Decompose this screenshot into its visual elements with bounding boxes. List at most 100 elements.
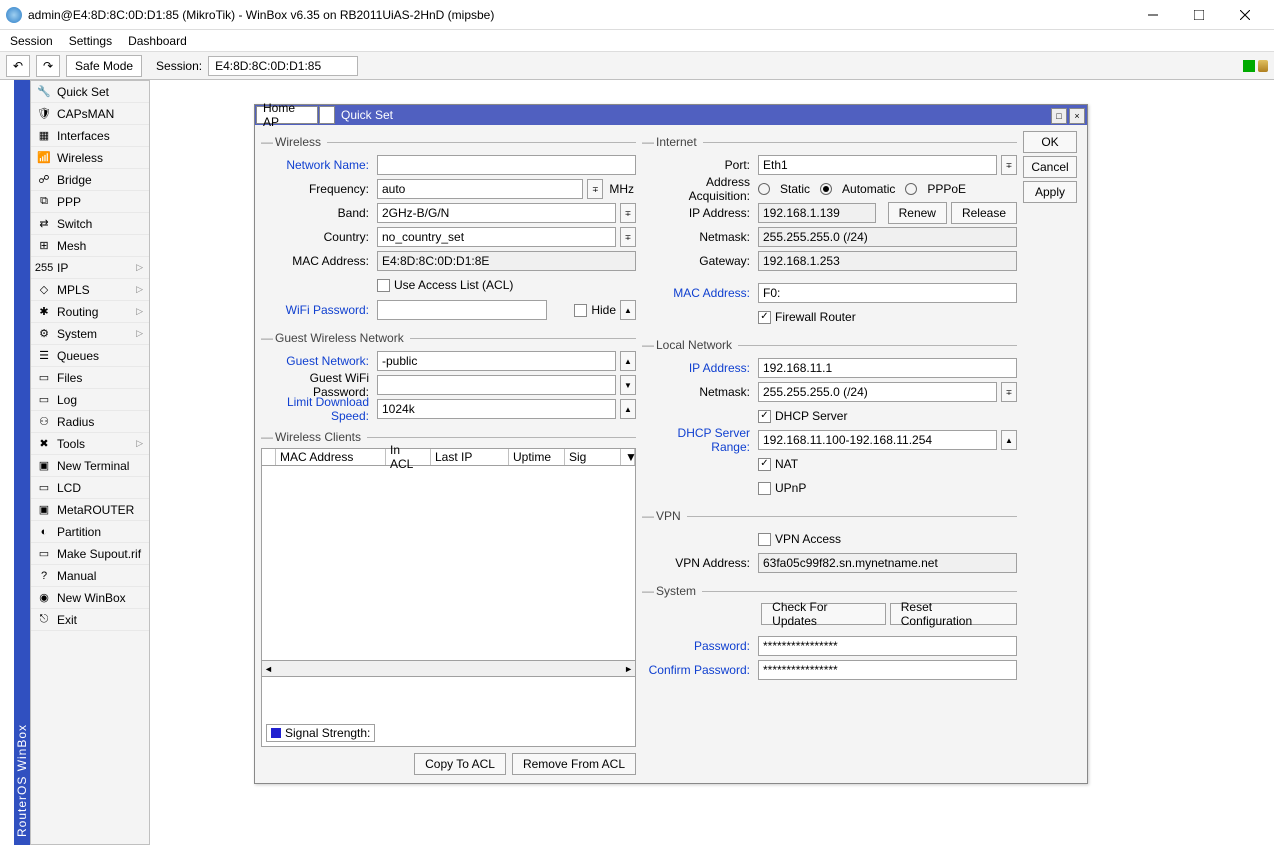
port-input[interactable]: Eth1 — [758, 155, 997, 175]
sidebar-item-tools[interactable]: ✖Tools▷ — [31, 433, 149, 455]
clients-header[interactable]: MAC Address In ACL Last IP Uptime Sig ▼ — [261, 448, 636, 466]
copy-to-acl-button[interactable]: Copy To ACL — [414, 753, 506, 775]
ok-button[interactable]: OK — [1023, 131, 1077, 153]
sidebar-icon: ▭ — [37, 481, 51, 495]
dialog-titlebar[interactable]: Home AP ∓ Quick Set □ × — [255, 105, 1087, 125]
cancel-button[interactable]: Cancel — [1023, 156, 1077, 178]
acl-checkbox[interactable] — [377, 279, 390, 292]
local-caption: Local Network — [654, 338, 734, 352]
check-updates-button[interactable]: Check For Updates — [761, 603, 886, 625]
app-icon — [6, 7, 22, 23]
dialog-close-button[interactable]: × — [1069, 108, 1085, 124]
sidebar-item-ip[interactable]: 255IP▷ — [31, 257, 149, 279]
wifi-pw-input[interactable] — [377, 300, 547, 320]
close-button[interactable] — [1222, 1, 1268, 29]
password-label: Password: — [642, 639, 754, 653]
radio-automatic[interactable] — [820, 183, 832, 195]
clients-list[interactable] — [261, 466, 636, 661]
frequency-dropdown[interactable]: ∓ — [587, 179, 603, 199]
clients-scrollbar[interactable]: ◄► — [261, 661, 636, 677]
hide-checkbox[interactable] — [574, 304, 587, 317]
guest-network-label: Guest Network: — [261, 354, 373, 368]
sidebar-item-mpls[interactable]: ◇MPLS▷ — [31, 279, 149, 301]
mode-select[interactable]: Home AP — [256, 106, 318, 124]
frequency-input[interactable]: auto — [377, 179, 583, 199]
sidebar-item-exit[interactable]: ⎋Exit — [31, 609, 149, 631]
menu-dashboard[interactable]: Dashboard — [128, 34, 187, 48]
nat-checkbox[interactable]: ✓ — [758, 458, 771, 471]
sidebar-item-switch[interactable]: ⇄Switch — [31, 213, 149, 235]
local-netmask-input[interactable]: 255.255.255.0 (/24) — [758, 382, 997, 402]
upnp-checkbox[interactable] — [758, 482, 771, 495]
password-input[interactable]: **************** — [758, 636, 1017, 656]
reset-config-button[interactable]: Reset Configuration — [890, 603, 1017, 625]
renew-button[interactable]: Renew — [888, 202, 947, 224]
chevron-right-icon: ▷ — [136, 438, 143, 449]
col-acl: In ACL — [386, 449, 431, 465]
band-dropdown[interactable]: ∓ — [620, 203, 636, 223]
limit-spinner[interactable]: ▲ — [620, 399, 636, 419]
release-button[interactable]: Release — [951, 202, 1017, 224]
sidebar-item-label: CAPsMAN — [57, 107, 114, 121]
sidebar-item-files[interactable]: ▭Files — [31, 367, 149, 389]
port-dropdown[interactable]: ∓ — [1001, 155, 1017, 175]
maximize-button[interactable] — [1176, 1, 1222, 29]
band-input[interactable]: 2GHz-B/G/N — [377, 203, 616, 223]
sidebar-item-make-supout.rif[interactable]: ▭Make Supout.rif — [31, 543, 149, 565]
gateway-value: 192.168.1.253 — [758, 251, 1017, 271]
dhcp-range-input[interactable]: 192.168.11.100-192.168.11.254 — [758, 430, 997, 450]
minimize-button[interactable] — [1130, 1, 1176, 29]
country-dropdown[interactable]: ∓ — [620, 227, 636, 247]
sidebar-item-system[interactable]: ⚙System▷ — [31, 323, 149, 345]
sidebar-item-queues[interactable]: ☰Queues — [31, 345, 149, 367]
sidebar-item-metarouter[interactable]: ▣MetaROUTER — [31, 499, 149, 521]
local-netmask-dropdown[interactable]: ∓ — [1001, 382, 1017, 402]
menu-session[interactable]: Session — [10, 34, 53, 48]
col-lastip: Last IP — [431, 449, 509, 465]
signal-chart: Signal Strength: — [261, 677, 636, 747]
vpn-access-checkbox[interactable] — [758, 533, 771, 546]
sidebar-item-log[interactable]: ▭Log — [31, 389, 149, 411]
sidebar-item-new-terminal[interactable]: ▣New Terminal — [31, 455, 149, 477]
sidebar-item-lcd[interactable]: ▭LCD — [31, 477, 149, 499]
dhcp-range-spinner[interactable]: ▲ — [1001, 430, 1017, 450]
internet-mac-input[interactable]: F0: — [758, 283, 1017, 303]
sidebar-item-quick-set[interactable]: 🔧Quick Set — [31, 81, 149, 103]
sidebar-item-wireless[interactable]: 📶Wireless — [31, 147, 149, 169]
mode-dropdown-button[interactable]: ∓ — [319, 106, 335, 124]
firewall-checkbox[interactable]: ✓ — [758, 311, 771, 324]
guest-pw-spinner[interactable]: ▼ — [620, 375, 636, 395]
sidebar-item-capsman[interactable]: 🛡 CAPsMAN — [31, 103, 149, 125]
sidebar-icon: 🛡 — [37, 107, 51, 121]
network-name-input[interactable] — [377, 155, 636, 175]
local-ip-input[interactable]: 192.168.11.1 — [758, 358, 1017, 378]
dhcp-checkbox[interactable]: ✓ — [758, 410, 771, 423]
menu-settings[interactable]: Settings — [69, 34, 112, 48]
sidebar-item-new-winbox[interactable]: ◉New WinBox — [31, 587, 149, 609]
guest-network-spinner[interactable]: ▲ — [620, 351, 636, 371]
country-input[interactable]: no_country_set — [377, 227, 616, 247]
sidebar-item-label: System — [57, 327, 97, 341]
remove-from-acl-button[interactable]: Remove From ACL — [512, 753, 636, 775]
dialog-restore-button[interactable]: □ — [1051, 108, 1067, 124]
sidebar-item-partition[interactable]: ◐Partition — [31, 521, 149, 543]
guest-pw-input[interactable] — [377, 375, 616, 395]
session-label: Session: — [156, 59, 202, 73]
sidebar-item-mesh[interactable]: ⊞Mesh — [31, 235, 149, 257]
radio-static[interactable] — [758, 183, 770, 195]
limit-input[interactable]: 1024k — [377, 399, 616, 419]
wifi-pw-spinner[interactable]: ▲ — [620, 300, 636, 320]
sidebar-item-bridge[interactable]: ☍Bridge — [31, 169, 149, 191]
sidebar-item-routing[interactable]: ✱Routing▷ — [31, 301, 149, 323]
guest-network-input[interactable]: -public — [377, 351, 616, 371]
sidebar-item-manual[interactable]: ?Manual — [31, 565, 149, 587]
sidebar-item-interfaces[interactable]: ▦Interfaces — [31, 125, 149, 147]
sidebar-item-radius[interactable]: ⚇Radius — [31, 411, 149, 433]
safe-mode-button[interactable]: Safe Mode — [66, 55, 142, 77]
apply-button[interactable]: Apply — [1023, 181, 1077, 203]
radio-pppoe[interactable] — [905, 183, 917, 195]
redo-button[interactable]: ↷ — [36, 55, 60, 77]
sidebar-item-ppp[interactable]: ⧉PPP — [31, 191, 149, 213]
confirm-password-input[interactable]: **************** — [758, 660, 1017, 680]
undo-button[interactable]: ↶ — [6, 55, 30, 77]
